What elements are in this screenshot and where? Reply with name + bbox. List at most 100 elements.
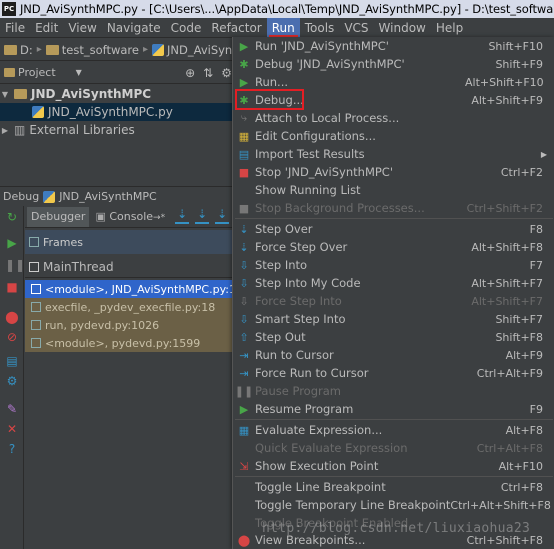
- menu-item-run-to-cursor[interactable]: ⇥ Run to Cursor Alt+F9: [233, 346, 554, 364]
- thread-selector[interactable]: MainThread: [25, 256, 232, 278]
- gear-icon[interactable]: ⚙: [221, 66, 232, 80]
- view-breakpoints-icon[interactable]: ⬤: [5, 310, 19, 324]
- menu-item-toggle-line-breakpoint[interactable]: Toggle Line Breakpoint Ctrl+F8: [233, 478, 554, 496]
- step-into-icon[interactable]: [215, 207, 230, 224]
- collapse-icon[interactable]: ⇅: [203, 66, 213, 80]
- menu-item-step-out[interactable]: ⇧ Step Out Shift+F8: [233, 328, 554, 346]
- menu-navigate[interactable]: Navigate: [102, 18, 166, 38]
- tab-console[interactable]: ▣ Console→*: [91, 207, 169, 227]
- menu-divider: [235, 218, 553, 219]
- target-icon[interactable]: ⊕: [185, 66, 195, 80]
- stop-bg-icon: ■: [238, 201, 250, 215]
- breadcrumb-folder[interactable]: test_software: [42, 43, 143, 57]
- tab-debugger[interactable]: Debugger: [27, 206, 90, 227]
- menu-item-shortcut: Alt+Shift+F8: [471, 240, 543, 254]
- menu-item-import-test-results[interactable]: ▤ Import Test Results ▶: [233, 145, 554, 163]
- menu-file[interactable]: File: [0, 18, 30, 38]
- menu-vcs[interactable]: VCS: [339, 18, 373, 38]
- menu-item-force-run-to-cursor[interactable]: ⇥ Force Run to Cursor Ctrl+Alt+F9: [233, 364, 554, 382]
- force-step-into-icon: ⇩: [239, 294, 249, 308]
- debug-config-label[interactable]: JND_AviSynthMPC: [59, 190, 156, 203]
- project-view-label[interactable]: Project: [18, 66, 56, 79]
- step-over-icon[interactable]: [195, 207, 210, 224]
- menu-item-toggle-temporary-breakpoint[interactable]: Toggle Temporary Line Breakpoint Ctrl+Alt…: [233, 496, 554, 514]
- navigation-bar: D: ▸ test_software ▸ JND_AviSynthM...: [0, 39, 232, 61]
- debug-title-label: Debug: [3, 190, 40, 203]
- breadcrumb-file[interactable]: JND_AviSynthM...: [148, 43, 232, 57]
- menu-item-force-step-over[interactable]: ⇣ Force Step Over Alt+Shift+F8: [233, 238, 554, 256]
- pin-icon[interactable]: ✎: [5, 402, 19, 416]
- menu-item-attach-process[interactable]: ⤷ Attach to Local Process...: [233, 109, 554, 127]
- menu-item-label: Force Step Into: [255, 294, 342, 308]
- menu-item-shortcut: F9: [529, 402, 543, 416]
- pause-icon[interactable]: ❚❚: [5, 258, 25, 272]
- menu-item-step-into[interactable]: ⇩ Step Into F7: [233, 256, 554, 274]
- menu-item-edit-configurations[interactable]: ▦ Edit Configurations...: [233, 127, 554, 145]
- frame-item[interactable]: <module>, pydevd.py:1599: [25, 334, 232, 352]
- menu-item-show-execution-point[interactable]: ⇲ Show Execution Point Alt+F10: [233, 457, 554, 475]
- menu-item-shortcut: Alt+F8: [505, 423, 543, 437]
- menu-run[interactable]: Run: [266, 17, 300, 38]
- frame-icon: [31, 320, 41, 330]
- restore-layout-icon[interactable]: ▤: [5, 354, 19, 368]
- show-execution-point-icon[interactable]: [175, 207, 190, 224]
- folder-icon: [45, 44, 59, 55]
- frame-label: run, pydevd.py:1026: [45, 318, 160, 332]
- tree-root-item[interactable]: ▼ JND_AviSynthMPC: [0, 85, 232, 103]
- run-icon: ▶: [239, 75, 249, 89]
- chevron-down-icon[interactable]: ▼: [76, 68, 82, 77]
- menu-help[interactable]: Help: [431, 18, 468, 38]
- help-icon[interactable]: ?: [5, 442, 19, 456]
- close-icon[interactable]: ✕: [5, 422, 19, 436]
- menu-item-smart-step-into[interactable]: ⇩ Smart Step Into Shift+F7: [233, 310, 554, 328]
- menu-item-label: Show Running List: [255, 183, 361, 197]
- menu-refactor[interactable]: Refactor: [206, 18, 266, 38]
- settings-icon[interactable]: ⚙: [5, 374, 19, 388]
- menu-window[interactable]: Window: [374, 18, 431, 38]
- expand-arrow-icon[interactable]: ▶: [0, 126, 10, 135]
- menu-item-label: Step Into My Code: [255, 276, 361, 290]
- step-into-my-code-icon: ⇩: [239, 276, 249, 290]
- highlight-annotation-box: [235, 89, 304, 110]
- tree-libraries-item[interactable]: ▶ ▥ External Libraries: [0, 121, 232, 139]
- menu-code[interactable]: Code: [166, 18, 207, 38]
- menu-item-force-step-into: ⇩ Force Step Into Alt+Shift+F7: [233, 292, 554, 310]
- breadcrumb-drive[interactable]: D:: [0, 43, 37, 57]
- menu-tools[interactable]: Tools: [300, 18, 340, 38]
- menu-item-shortcut: Ctrl+F8: [500, 480, 543, 494]
- stop-icon[interactable]: ■: [5, 280, 19, 294]
- rerun-icon[interactable]: ↻: [5, 210, 19, 224]
- menu-item-resume-program[interactable]: ▶ Resume Program F9: [233, 400, 554, 418]
- menu-item-label: Resume Program: [255, 402, 354, 416]
- import-icon: ▤: [238, 147, 250, 161]
- menu-view[interactable]: View: [63, 18, 101, 38]
- resume-icon[interactable]: ▶: [5, 236, 19, 250]
- pycharm-app-icon: PC: [2, 2, 16, 16]
- run-icon: ▶: [239, 39, 249, 53]
- force-step-over-icon: ⇣: [239, 240, 249, 254]
- menu-item-stop[interactable]: ■ Stop 'JND_AviSynthMPC' Ctrl+F2: [233, 163, 554, 181]
- mute-breakpoints-icon[interactable]: ⊘: [5, 330, 19, 344]
- frame-item[interactable]: execfile, _pydev_execfile.py:18: [25, 298, 232, 316]
- expand-arrow-icon[interactable]: ▼: [0, 90, 10, 99]
- menu-item-label: Step Out: [255, 330, 306, 344]
- frame-item[interactable]: run, pydevd.py:1026: [25, 316, 232, 334]
- menu-item-evaluate-expression[interactable]: ▦ Evaluate Expression... Alt+F8: [233, 421, 554, 439]
- python-file-icon: [32, 106, 44, 118]
- frame-item[interactable]: <module>, JND_AviSynthMPC.py:1: [25, 280, 232, 298]
- menu-edit[interactable]: Edit: [30, 18, 63, 38]
- menu-item-show-running-list[interactable]: Show Running List: [233, 181, 554, 199]
- menu-item-debug-config[interactable]: ✱ Debug 'JND_AviSynthMPC' Shift+F9: [233, 55, 554, 73]
- menu-item-shortcut: Ctrl+Shift+F2: [466, 201, 543, 215]
- tree-file-item[interactable]: JND_AviSynthMPC.py: [0, 103, 232, 121]
- menu-item-run-config[interactable]: ▶ Run 'JND_AviSynthMPC' Shift+F10: [233, 37, 554, 55]
- menu-item-step-over[interactable]: ⇣ Step Over F8: [233, 220, 554, 238]
- run-to-cursor-icon: ⇥: [239, 348, 249, 362]
- menu-item-label: Attach to Local Process...: [255, 111, 400, 125]
- submenu-arrow-icon: ▶: [540, 149, 547, 159]
- menu-item-step-into-my-code[interactable]: ⇩ Step Into My Code Alt+Shift+F7: [233, 274, 554, 292]
- attach-icon: ⤷: [240, 111, 248, 124]
- frame-icon: [31, 338, 41, 348]
- menu-item-label: Step Over: [255, 222, 313, 236]
- pause-icon: ❚❚: [234, 384, 254, 398]
